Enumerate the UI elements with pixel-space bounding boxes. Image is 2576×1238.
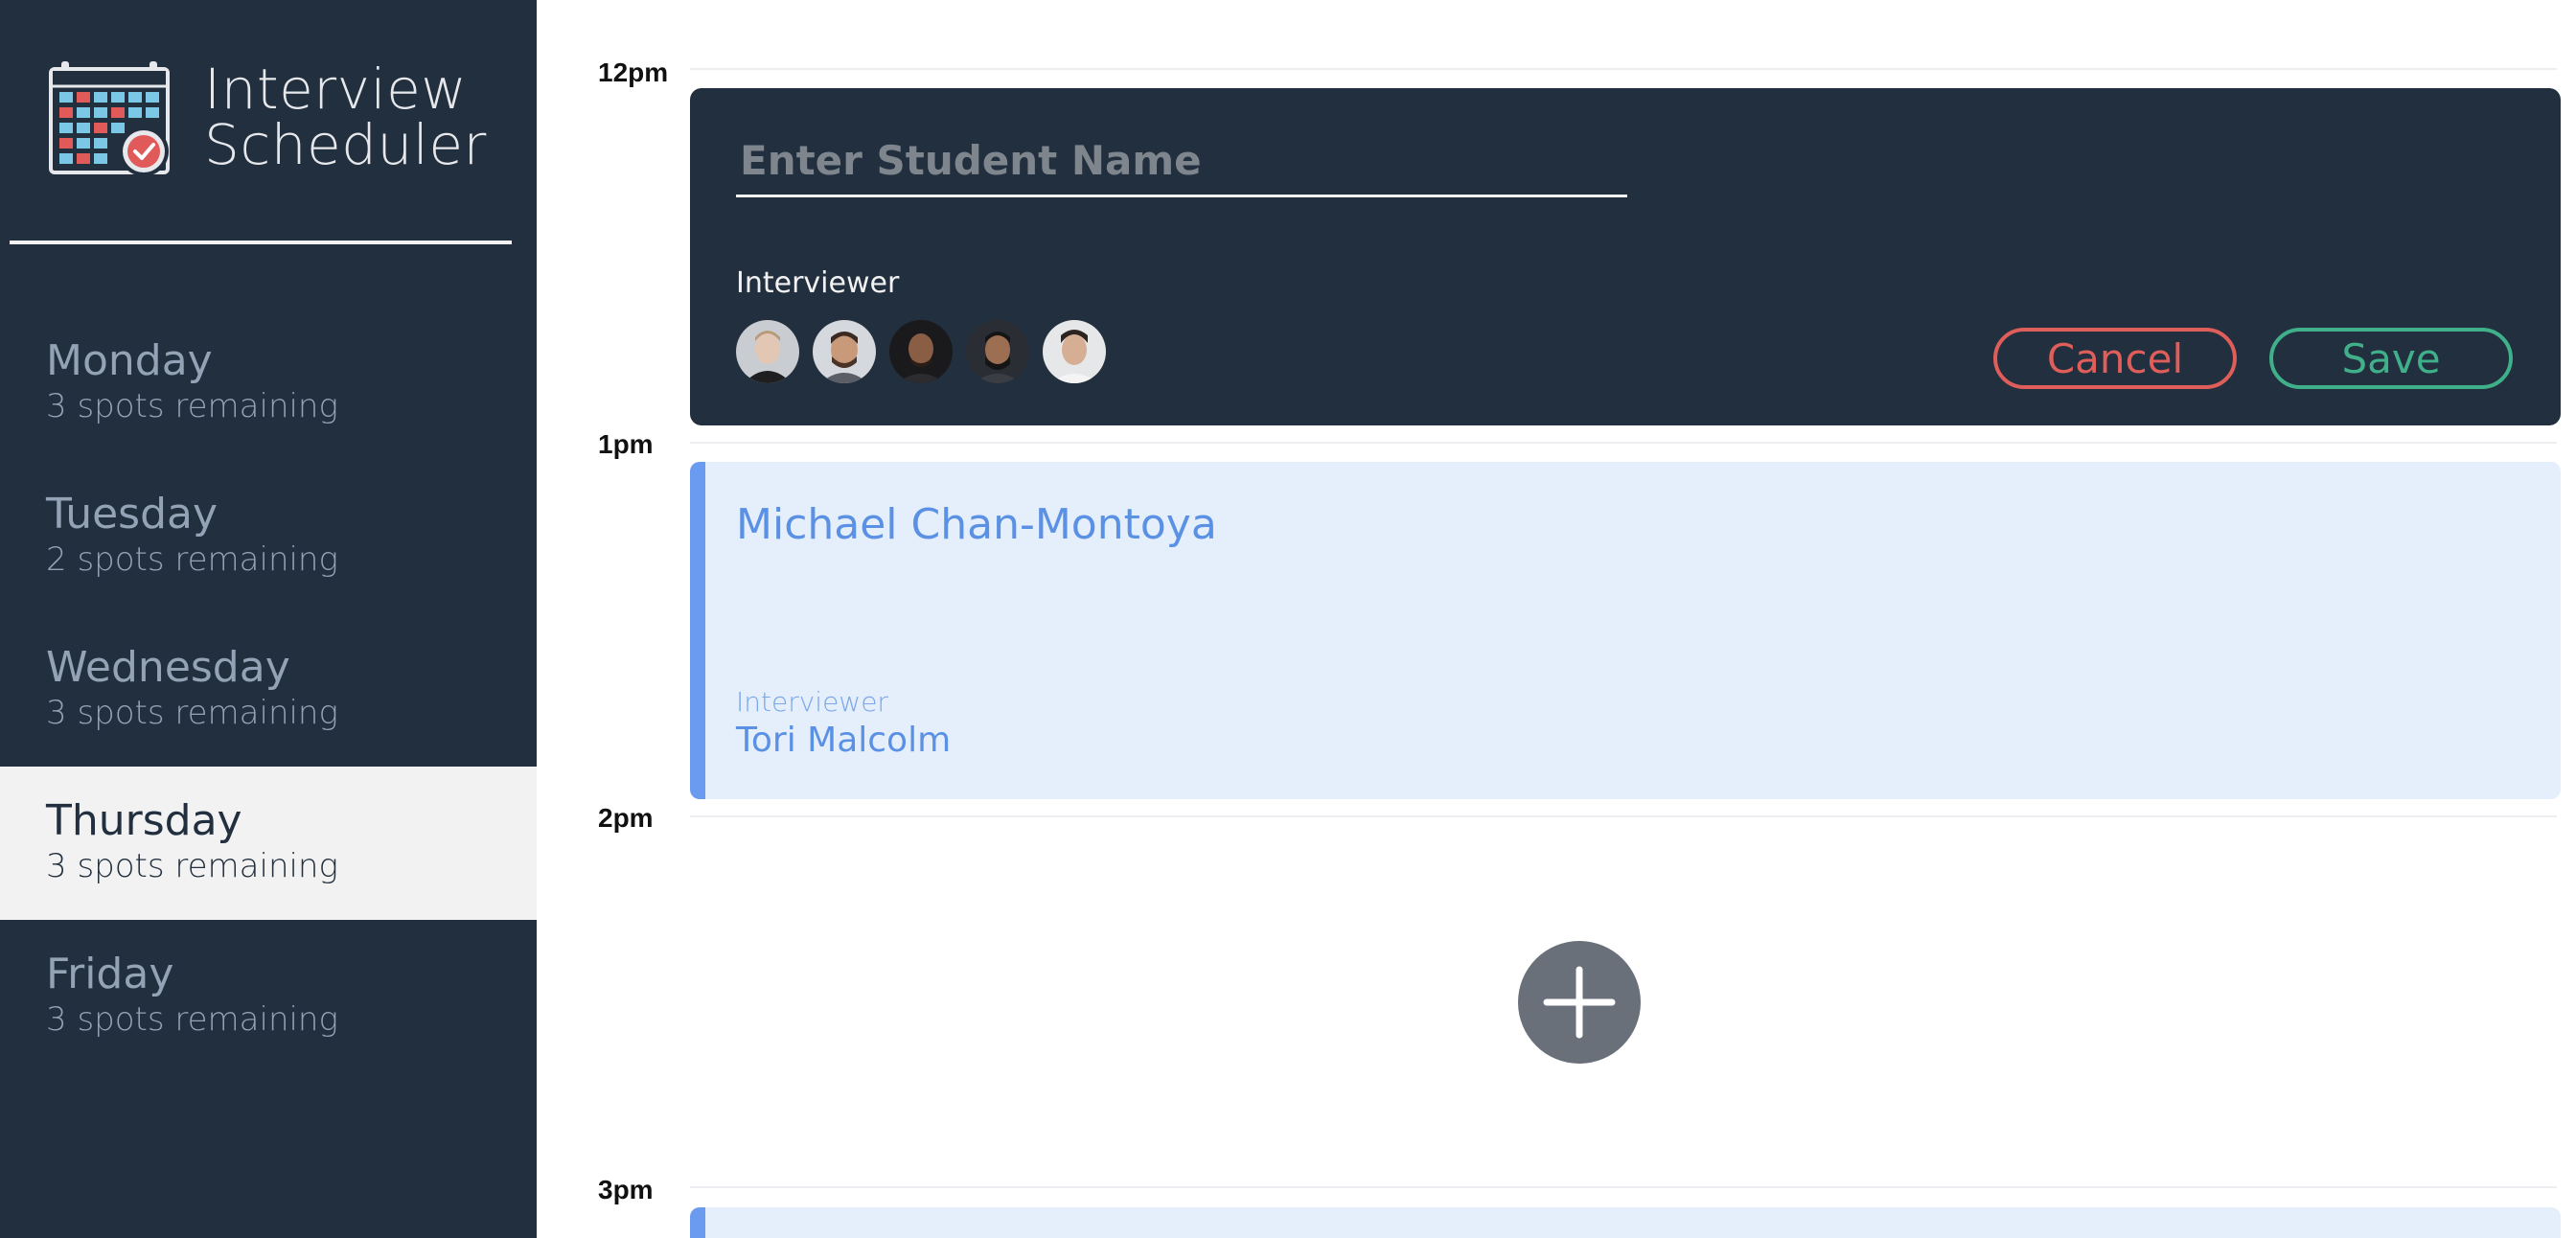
save-button[interactable]: Save	[2269, 328, 2513, 389]
hour-divider	[690, 68, 2557, 70]
hour-divider	[690, 442, 2557, 444]
calendar-check-icon	[49, 61, 170, 176]
interviewer-list	[736, 320, 1106, 383]
cancel-button[interactable]: Cancel	[1993, 328, 2237, 389]
hour-label-3pm: 3pm	[598, 1175, 654, 1204]
hour-divider	[690, 1186, 2557, 1188]
interviewer-avatar[interactable]	[1043, 320, 1106, 383]
day-item-thursday[interactable]: Thursday 3 spots remaining	[0, 767, 537, 920]
hour-label-1pm: 1pm	[598, 429, 654, 459]
appointment-student-name: Michael Chan-Montoya	[736, 500, 1217, 549]
appointment-interviewer-name: Tori Malcolm	[736, 721, 952, 760]
sidebar-divider	[10, 241, 512, 244]
day-spots: 3 spots remaining	[46, 387, 338, 425]
appointment-form: Interviewer	[690, 88, 2561, 425]
app-title: Interview Scheduler	[204, 61, 487, 172]
day-list: Monday 3 spots remaining Tuesday 2 spots…	[0, 307, 537, 1073]
day-item-tuesday[interactable]: Tuesday 2 spots remaining	[0, 460, 537, 613]
day-item-wednesday[interactable]: Wednesday 3 spots remaining	[0, 613, 537, 767]
app-root: Interview Scheduler Monday 3 spots remai…	[0, 0, 2576, 1238]
interviewer-list-label: Interviewer	[736, 266, 900, 300]
add-appointment-button[interactable]	[1518, 941, 1641, 1064]
day-item-monday[interactable]: Monday 3 spots remaining	[0, 307, 537, 460]
student-name-input[interactable]	[736, 126, 1627, 197]
hour-divider	[690, 815, 2557, 817]
interviewer-avatar[interactable]	[889, 320, 953, 383]
plus-icon	[1543, 966, 1616, 1039]
day-spots: 3 spots remaining	[46, 1000, 338, 1039]
interviewer-avatar[interactable]	[736, 320, 799, 383]
day-item-friday[interactable]: Friday 3 spots remaining	[0, 920, 537, 1073]
app-title-line2: Scheduler	[204, 112, 487, 177]
interviewer-avatar[interactable]	[966, 320, 1029, 383]
interviewer-avatar[interactable]	[813, 320, 876, 383]
schedule: 12pm 1pm 2pm 3pm Interviewer	[537, 0, 2576, 1238]
appointment-interviewer-label: Interviewer	[736, 686, 888, 718]
day-spots: 3 spots remaining	[46, 847, 338, 885]
hour-label-2pm: 2pm	[598, 803, 654, 833]
day-spots: 3 spots remaining	[46, 694, 338, 732]
booked-appointment[interactable]: Michael Chan-Montoya Interviewer Tori Ma…	[690, 462, 2561, 799]
sidebar: Interview Scheduler Monday 3 spots remai…	[0, 0, 537, 1238]
hour-label-12pm: 12pm	[598, 57, 669, 87]
day-name: Thursday	[46, 796, 242, 845]
day-name: Monday	[46, 336, 213, 385]
booked-appointment-partial[interactable]	[690, 1207, 2561, 1238]
day-name: Friday	[46, 950, 174, 998]
day-spots: 2 spots remaining	[46, 540, 338, 579]
day-name: Wednesday	[46, 643, 290, 692]
day-name: Tuesday	[46, 490, 218, 539]
app-title-line1: Interview	[204, 57, 468, 122]
brand: Interview Scheduler	[48, 59, 508, 184]
